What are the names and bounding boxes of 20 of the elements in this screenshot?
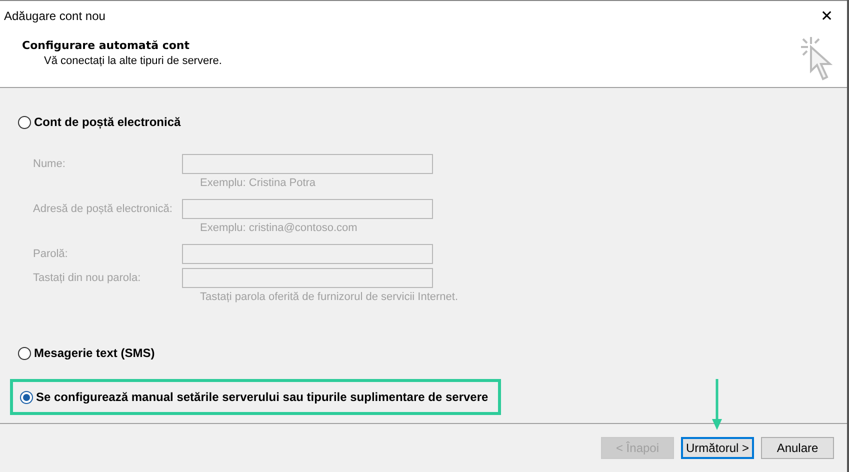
hint-text: Exemplu: cristina@contoso.com [200,222,358,234]
section-title: Configurare automată cont [22,39,191,52]
radio-button[interactable] [18,346,31,360]
close-button[interactable]: ✕ [807,2,847,30]
hint-text: Tastați parola oferită de furnizorul de servicii Internet. [200,291,458,303]
radio-option[interactable]: Se configurează manual setările serverului sau tipurile suplimentare de servere [20,390,488,404]
window-title: Adăugare cont nou [4,9,106,23]
radio-option[interactable]: Mesagerie text (SMS) [18,346,155,360]
dialog-button[interactable]: Anulare [761,437,834,459]
radio-button[interactable] [20,390,33,404]
radio-option[interactable]: Cont de poștă electronică [18,115,181,129]
field-label: Adresă de poștă electronică: [33,203,174,215]
hint-text: Exemplu: Cristina Potra [200,177,316,189]
field-label: Parolă: [33,248,69,260]
field-label: Tastați din nou parola: [33,272,142,284]
radio-button[interactable] [18,116,31,128]
cursor-click-icon [799,35,833,83]
field-label: Nume: [33,158,66,170]
section-subtitle: Vă conectați la alte tipuri de servere. [44,55,222,67]
dialog-button[interactable]: Următorul > [681,437,754,459]
